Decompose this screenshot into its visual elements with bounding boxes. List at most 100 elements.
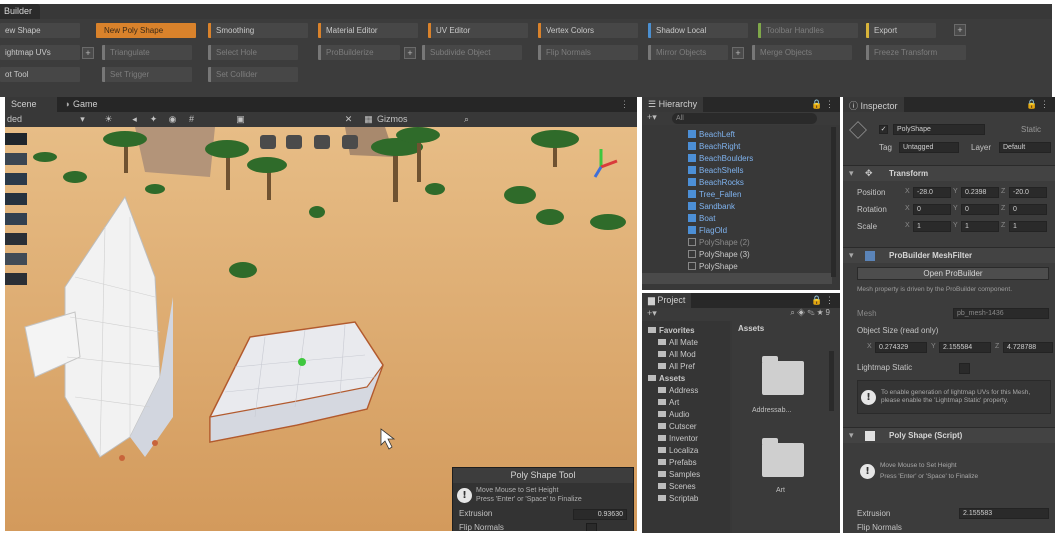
mesh-field[interactable]: pb_mesh-1436 — [953, 308, 1049, 319]
select-hole-button[interactable]: Select Hole — [208, 45, 298, 60]
lightmap-uvs-plus-icon[interactable]: + — [82, 47, 94, 59]
hidden-objects-icon[interactable]: ◉ — [167, 114, 178, 125]
hierarchy-item[interactable]: FlagOld — [688, 225, 727, 236]
rotation-x-field[interactable]: 0 — [913, 204, 951, 215]
vertex-colors-button[interactable]: Vertex Colors — [538, 23, 638, 38]
lightmap-static-checkbox[interactable] — [959, 363, 970, 374]
project-tree-item[interactable]: Cutscer — [658, 421, 697, 432]
project-tree-item[interactable]: Favorites — [648, 325, 695, 336]
set-trigger-button[interactable]: Set Trigger — [102, 67, 192, 82]
project-tree-item[interactable]: Address — [658, 385, 698, 396]
scale-x-field[interactable]: 1 — [913, 221, 951, 232]
search-icon[interactable]: ⌕ — [461, 114, 472, 125]
material-editor-button[interactable]: Material Editor — [318, 23, 418, 38]
project-menu-icon[interactable]: 🔒 ⋮ — [811, 295, 834, 306]
tab-hierarchy[interactable]: ☰ Hierarchy — [642, 97, 704, 112]
project-scrollbar[interactable] — [829, 351, 834, 411]
probuilder-tab[interactable]: Builder — [0, 4, 41, 19]
hierarchy-item[interactable]: BeachRocks — [688, 177, 744, 188]
transform-header[interactable]: ▾ ✥ Transform — [843, 165, 1055, 181]
tools-icon[interactable]: ✕ — [343, 114, 354, 125]
lightmap-uvs-button[interactable]: ightmap UVs — [0, 45, 80, 60]
project-tree-item[interactable]: Scenes — [658, 481, 696, 492]
art-folder-icon[interactable] — [762, 438, 804, 477]
hierarchy-item[interactable]: Sandbank — [688, 201, 735, 212]
scene-viewport[interactable]: Poly Shape Tool ! Move Mouse to Set Heig… — [5, 127, 637, 531]
hierarchy-item[interactable]: BeachLeft — [688, 129, 735, 140]
rotation-z-field[interactable]: 0 — [1009, 204, 1047, 215]
project-tree-item[interactable]: Inventor — [658, 433, 698, 444]
freeze-transform-button[interactable]: Freeze Transform — [866, 45, 966, 60]
addressables-folder-icon[interactable] — [762, 356, 804, 395]
polyshape-extrusion-field[interactable]: 2.155583 — [959, 508, 1049, 519]
pivot-tool-button[interactable]: ot Tool — [0, 67, 80, 82]
triangulate-button[interactable]: Triangulate — [102, 45, 192, 60]
toolbar-handles-button[interactable]: Toolbar Handles — [758, 23, 858, 38]
hierarchy-search-input[interactable]: All — [672, 113, 817, 124]
scale-y-field[interactable]: 1 — [961, 221, 999, 232]
tab-game[interactable]: ◗ Game — [59, 97, 111, 112]
position-z-field[interactable]: -20.0 — [1009, 187, 1047, 198]
hierarchy-menu-icon[interactable]: 🔒 ⋮ — [811, 99, 834, 110]
hierarchy-item[interactable]: BeachRight — [688, 141, 740, 152]
mirror-objects-plus-icon[interactable]: + — [732, 47, 744, 59]
project-tree-item[interactable]: Prefabs — [658, 457, 697, 468]
object-name-field[interactable]: PolyShape — [893, 124, 985, 135]
position-y-field[interactable]: 0.2398 — [961, 187, 999, 198]
project-tree-item[interactable]: Art — [658, 397, 679, 408]
uv-editor-button[interactable]: UV Editor — [428, 23, 528, 38]
project-tree-item[interactable]: All Mod — [658, 349, 696, 360]
project-tree-item[interactable]: Localiza — [658, 445, 698, 456]
new-shape-button[interactable]: ew Shape — [0, 23, 80, 38]
audio-icon[interactable]: ◂ — [129, 114, 140, 125]
smoothing-button[interactable]: Smoothing — [208, 23, 308, 38]
create-plus-icon[interactable]: +▾ — [647, 112, 657, 123]
inspector-menu-icon[interactable]: 🔒 ⋮ — [1026, 99, 1049, 110]
scene-panel-menu-icon[interactable]: ⋮ — [614, 97, 635, 112]
project-filter-icons[interactable]: ⌕ ◈ ✎ ★ 9 — [790, 308, 830, 318]
rotation-y-field[interactable]: 0 — [961, 204, 999, 215]
meshfilter-header[interactable]: ▾ ProBuilder MeshFilter — [843, 247, 1055, 263]
extrusion-field[interactable]: 0.93630 — [573, 509, 627, 520]
active-checkbox[interactable]: ✓ — [879, 125, 888, 134]
shading-mode-dropdown[interactable]: ded — [7, 114, 47, 125]
project-tree-item[interactable]: All Mate — [658, 337, 698, 348]
scale-z-field[interactable]: 1 — [1009, 221, 1047, 232]
tab-scene[interactable]: Scene — [5, 97, 57, 112]
new-poly-shape-button[interactable]: New Poly Shape — [96, 23, 196, 38]
shadow-local-button[interactable]: Shadow Local — [648, 23, 748, 38]
camera-icon[interactable]: ▣ — [235, 114, 246, 125]
export-button[interactable]: Export — [866, 23, 936, 38]
hierarchy-item[interactable]: BeachBoulders — [688, 153, 753, 164]
project-create-plus-icon[interactable]: +▾ — [647, 308, 657, 319]
subdivide-object-button[interactable]: Subdivide Object — [422, 45, 522, 60]
render-mode-icon[interactable]: ▦ — [363, 114, 374, 125]
probuilderize-plus-icon[interactable]: + — [404, 47, 416, 59]
tab-inspector[interactable]: ⓘ Inspector — [843, 97, 904, 112]
project-tree-item[interactable]: Audio — [658, 409, 689, 420]
probuilderize-button[interactable]: ProBuilderize — [318, 45, 400, 60]
static-toggle[interactable]: Static — [1021, 125, 1041, 134]
project-tree-item[interactable]: Assets — [648, 373, 685, 384]
grid-icon[interactable]: # — [186, 114, 197, 125]
hierarchy-scrollbar[interactable] — [831, 127, 836, 277]
open-probuilder-button[interactable]: Open ProBuilder — [857, 267, 1049, 280]
set-collider-button[interactable]: Set Collider — [208, 67, 298, 82]
hierarchy-item[interactable]: Boat — [688, 213, 715, 224]
position-x-field[interactable]: -28.0 — [913, 187, 951, 198]
mirror-objects-button[interactable]: Mirror Objects — [648, 45, 728, 60]
effects-icon[interactable]: ✦ — [148, 114, 159, 125]
project-tree-item[interactable]: Samples — [658, 469, 700, 480]
project-tree-item[interactable]: Scriptab — [658, 493, 698, 504]
flip-normals-button[interactable]: Flip Normals — [538, 45, 638, 60]
hierarchy-item[interactable]: PolyShape — [688, 261, 738, 272]
hierarchy-item[interactable]: PolyShape (2) — [688, 237, 750, 248]
tab-project[interactable]: ▆ Project — [642, 293, 692, 308]
2d-toggle-icon[interactable]: ▾ — [77, 114, 88, 125]
export-options-plus-icon[interactable]: + — [954, 24, 966, 36]
project-tree-item[interactable]: All Pref — [658, 361, 695, 372]
hierarchy-item[interactable]: BeachShells — [688, 165, 743, 176]
polyshape-script-header[interactable]: ▾ Poly Shape (Script) — [843, 427, 1055, 443]
hierarchy-item[interactable]: PolyShape (3) — [688, 249, 750, 260]
flip-normals-checkbox[interactable] — [586, 523, 597, 531]
